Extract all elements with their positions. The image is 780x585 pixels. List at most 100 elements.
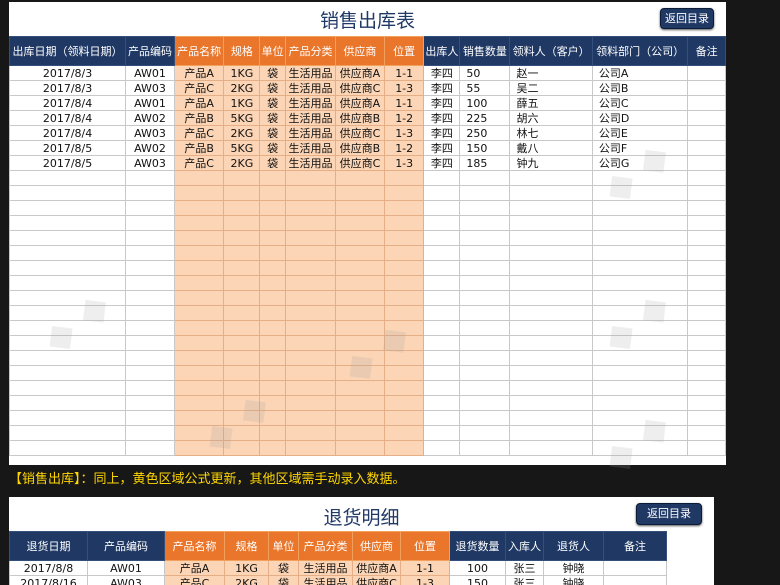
sales-outbound-empty-cell[interactable] bbox=[383, 440, 425, 456]
sales-outbound-empty-cell[interactable] bbox=[125, 320, 175, 336]
sales-outbound-cell[interactable]: 李四 bbox=[423, 110, 461, 126]
sales-outbound-empty-cell[interactable] bbox=[335, 320, 385, 336]
sales-outbound-empty-cell[interactable] bbox=[173, 440, 225, 456]
sales-outbound-empty-cell[interactable] bbox=[591, 170, 689, 186]
sales-outbound-empty-cell[interactable] bbox=[9, 320, 127, 336]
sales-outbound-empty-cell[interactable] bbox=[383, 185, 425, 201]
sales-outbound-empty-cell[interactable] bbox=[284, 260, 337, 276]
sales-outbound-cell[interactable]: 生活用品 bbox=[284, 155, 337, 171]
sales-outbound-empty-cell[interactable] bbox=[459, 275, 511, 291]
sales-outbound-cell[interactable]: 薛五 bbox=[509, 95, 593, 111]
sales-outbound-empty-cell[interactable] bbox=[173, 170, 225, 186]
sales-outbound-cell[interactable]: AW01 bbox=[125, 95, 175, 111]
sales-outbound-empty-cell[interactable] bbox=[284, 230, 337, 246]
sales-outbound-empty-cell[interactable] bbox=[9, 410, 127, 426]
returns-cell[interactable]: 2017/8/16 bbox=[9, 575, 88, 585]
sales-outbound-empty-cell[interactable] bbox=[223, 170, 261, 186]
sales-outbound-empty-cell[interactable] bbox=[459, 365, 511, 381]
sales-outbound-empty-cell[interactable] bbox=[687, 170, 726, 186]
sales-outbound-cell[interactable]: 公司D bbox=[591, 110, 689, 126]
sales-outbound-empty-cell[interactable] bbox=[383, 410, 425, 426]
sales-outbound-empty-cell[interactable] bbox=[423, 410, 461, 426]
sales-outbound-cell[interactable]: 55 bbox=[459, 80, 511, 96]
sales-outbound-empty-cell[interactable] bbox=[9, 170, 127, 186]
sales-outbound-empty-cell[interactable] bbox=[335, 395, 385, 411]
sales-outbound-empty-cell[interactable] bbox=[383, 230, 425, 246]
sales-outbound-empty-cell[interactable] bbox=[284, 275, 337, 291]
sales-outbound-empty-cell[interactable] bbox=[459, 335, 511, 351]
sales-outbound-empty-cell[interactable] bbox=[335, 380, 385, 396]
sales-outbound-cell[interactable]: 公司G bbox=[591, 155, 689, 171]
sales-outbound-cell[interactable]: 李四 bbox=[423, 80, 461, 96]
sales-outbound-empty-cell[interactable] bbox=[259, 380, 286, 396]
sales-outbound-cell[interactable]: 供应商C bbox=[335, 155, 385, 171]
sales-outbound-cell[interactable]: 公司B bbox=[591, 80, 689, 96]
sales-outbound-empty-cell[interactable] bbox=[173, 365, 225, 381]
sales-outbound-empty-cell[interactable] bbox=[423, 260, 461, 276]
sales-outbound-empty-cell[interactable] bbox=[9, 230, 127, 246]
sales-outbound-empty-cell[interactable] bbox=[9, 185, 127, 201]
sales-outbound-cell[interactable]: 2017/8/5 bbox=[9, 155, 127, 171]
sales-outbound-empty-cell[interactable] bbox=[259, 350, 286, 366]
sales-outbound-cell[interactable]: 袋 bbox=[259, 140, 286, 156]
sales-outbound-empty-cell[interactable] bbox=[125, 410, 175, 426]
sales-outbound-cell[interactable]: AW03 bbox=[125, 155, 175, 171]
sales-outbound-cell[interactable]: 150 bbox=[459, 140, 511, 156]
sales-outbound-empty-cell[interactable] bbox=[335, 230, 385, 246]
sales-outbound-cell[interactable]: 产品C bbox=[173, 155, 225, 171]
sales-outbound-empty-cell[interactable] bbox=[259, 305, 286, 321]
sales-outbound-empty-cell[interactable] bbox=[423, 200, 461, 216]
sales-outbound-empty-cell[interactable] bbox=[125, 350, 175, 366]
sales-outbound-empty-cell[interactable] bbox=[459, 170, 511, 186]
sales-outbound-empty-cell[interactable] bbox=[383, 275, 425, 291]
sales-outbound-empty-cell[interactable] bbox=[223, 305, 261, 321]
sales-outbound-empty-cell[interactable] bbox=[335, 245, 385, 261]
sales-outbound-empty-cell[interactable] bbox=[459, 245, 511, 261]
sales-outbound-empty-cell[interactable] bbox=[459, 395, 511, 411]
sales-outbound-empty-cell[interactable] bbox=[173, 350, 225, 366]
sales-outbound-cell[interactable]: AW02 bbox=[125, 110, 175, 126]
returns-cell[interactable]: 产品A bbox=[164, 560, 225, 576]
return-to-menu-button[interactable]: 返回目录 bbox=[660, 8, 714, 29]
sales-outbound-cell[interactable]: 供应商B bbox=[335, 110, 385, 126]
sales-outbound-empty-cell[interactable] bbox=[509, 200, 593, 216]
sales-outbound-empty-cell[interactable] bbox=[259, 365, 286, 381]
sales-outbound-empty-cell[interactable] bbox=[9, 365, 127, 381]
sales-outbound-empty-cell[interactable] bbox=[687, 440, 726, 456]
sales-outbound-cell[interactable]: 公司F bbox=[591, 140, 689, 156]
sales-outbound-empty-cell[interactable] bbox=[687, 365, 726, 381]
sales-outbound-cell[interactable]: 袋 bbox=[259, 80, 286, 96]
sales-outbound-cell[interactable] bbox=[687, 155, 726, 171]
returns-cell[interactable]: 供应商A bbox=[352, 560, 401, 576]
sales-outbound-empty-cell[interactable] bbox=[223, 440, 261, 456]
sales-outbound-empty-cell[interactable] bbox=[423, 395, 461, 411]
returns-cell[interactable] bbox=[603, 560, 667, 576]
sales-outbound-cell[interactable]: 1-3 bbox=[383, 125, 425, 141]
sales-outbound-empty-cell[interactable] bbox=[173, 260, 225, 276]
sales-outbound-cell[interactable]: 2KG bbox=[223, 80, 261, 96]
sales-outbound-empty-cell[interactable] bbox=[223, 365, 261, 381]
sales-outbound-cell[interactable]: 林七 bbox=[509, 125, 593, 141]
sales-outbound-empty-cell[interactable] bbox=[284, 170, 337, 186]
sales-outbound-cell[interactable]: 2KG bbox=[223, 155, 261, 171]
sales-outbound-cell[interactable]: 2017/8/4 bbox=[9, 125, 127, 141]
sales-outbound-empty-cell[interactable] bbox=[687, 320, 726, 336]
sales-outbound-empty-cell[interactable] bbox=[125, 440, 175, 456]
sales-outbound-empty-cell[interactable] bbox=[259, 230, 286, 246]
sales-outbound-empty-cell[interactable] bbox=[284, 410, 337, 426]
sales-outbound-empty-cell[interactable] bbox=[423, 170, 461, 186]
returns-cell[interactable]: 150 bbox=[449, 575, 506, 585]
sales-outbound-empty-cell[interactable] bbox=[173, 245, 225, 261]
sales-outbound-cell[interactable]: AW03 bbox=[125, 125, 175, 141]
sales-outbound-empty-cell[interactable] bbox=[259, 245, 286, 261]
sales-outbound-empty-cell[interactable] bbox=[259, 335, 286, 351]
sales-outbound-cell[interactable]: 1-2 bbox=[383, 140, 425, 156]
sales-outbound-cell[interactable]: 李四 bbox=[423, 65, 461, 81]
returns-cell[interactable]: 张三 bbox=[505, 575, 544, 585]
sales-outbound-empty-cell[interactable] bbox=[383, 245, 425, 261]
sales-outbound-empty-cell[interactable] bbox=[335, 305, 385, 321]
sales-outbound-empty-cell[interactable] bbox=[259, 290, 286, 306]
sales-outbound-empty-cell[interactable] bbox=[509, 170, 593, 186]
sales-outbound-cell[interactable]: 钟九 bbox=[509, 155, 593, 171]
sales-outbound-empty-cell[interactable] bbox=[173, 185, 225, 201]
